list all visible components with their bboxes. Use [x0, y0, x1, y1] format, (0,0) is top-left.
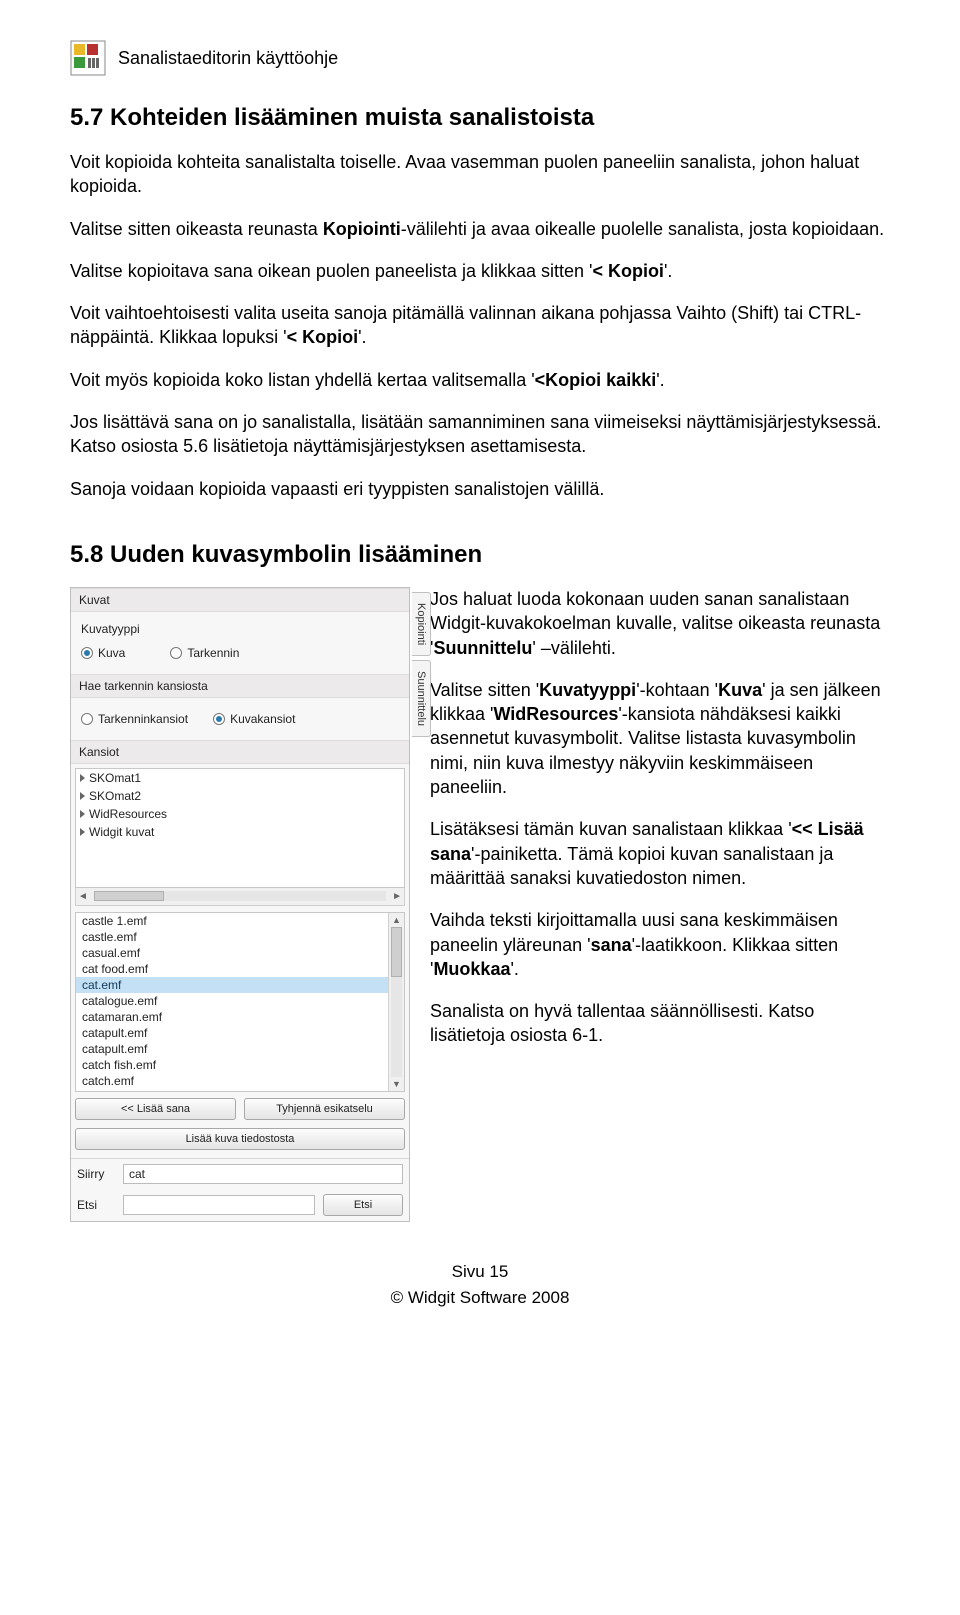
file-item[interactable]: catapult.emf — [76, 1041, 404, 1057]
file-list[interactable]: castle 1.emfcastle.emfcasual.emfcat food… — [75, 912, 405, 1092]
panel-button-row: << Lisää sana Tyhjennä esikatselu — [71, 1092, 409, 1126]
s58-p2: Valitse sitten 'Kuvatyyppi'-kohtaan 'Kuv… — [430, 678, 890, 799]
add-word-button[interactable]: << Lisää sana — [75, 1098, 236, 1120]
hae-section-title: Hae tarkennin kansiosta — [71, 674, 409, 698]
siirry-row: Siirry cat — [71, 1159, 409, 1189]
radio-tarkenninkansiot[interactable]: Tarkenninkansiot — [81, 712, 188, 726]
s57-p7: Sanoja voidaan kopioida vapaasti eri tyy… — [70, 477, 890, 501]
etsi-button[interactable]: Etsi — [323, 1194, 403, 1216]
section-57-heading: 5.7 Kohteiden lisääminen muista sanalist… — [70, 104, 890, 132]
expand-icon — [80, 810, 85, 818]
s57-p5: Voit myös kopioida koko listan yhdellä k… — [70, 368, 890, 392]
folder-item[interactable]: SKOmat1 — [76, 769, 404, 787]
page-number: Sivu 15 — [70, 1262, 890, 1282]
design-panel: Kopiointi Suunnittelu Kuvat Kuvatyyppi K… — [70, 587, 410, 1222]
etsi-input[interactable] — [123, 1195, 315, 1215]
s57-p1: Voit kopioida kohteita sanalistalta tois… — [70, 150, 890, 199]
folder-list[interactable]: SKOmat1SKOmat2WidResourcesWidgit kuvat — [75, 768, 405, 888]
scroll-thumb[interactable] — [94, 891, 164, 901]
expand-icon — [80, 792, 85, 800]
copyright: © Widgit Software 2008 — [70, 1288, 890, 1308]
etsi-label: Etsi — [77, 1198, 115, 1212]
hscrollbar[interactable]: ◄ ► — [75, 888, 405, 906]
file-item[interactable]: casual.emf — [76, 945, 404, 961]
page: Sanalistaeditorin käyttöohje 5.7 Kohteid… — [0, 0, 960, 1338]
kuvatyyppi-label: Kuvatyyppi — [79, 620, 401, 640]
expand-icon — [80, 828, 85, 836]
add-image-from-file-button[interactable]: Lisää kuva tiedostosta — [75, 1128, 405, 1150]
s57-p3: Valitse kopioitava sana oikean puolen pa… — [70, 259, 890, 283]
scroll-left-icon[interactable]: ◄ — [78, 891, 88, 902]
radio-kuvakansiot[interactable]: Kuvakansiot — [213, 712, 295, 726]
doc-header: Sanalistaeditorin käyttöohje — [70, 40, 890, 76]
kuvat-section-title: Kuvat — [71, 588, 409, 612]
expand-icon — [80, 774, 85, 782]
vertical-tabs: Kopiointi Suunnittelu — [412, 592, 431, 737]
file-item[interactable]: catapult.emf — [76, 1025, 404, 1041]
tab-suunnittelu[interactable]: Suunnittelu — [412, 660, 431, 737]
folder-item[interactable]: WidResources — [76, 805, 404, 823]
tab-kopiointi[interactable]: Kopiointi — [412, 592, 431, 656]
section-58-heading: 5.8 Uuden kuvasymbolin lisääminen — [70, 541, 890, 569]
footer: Sivu 15 © Widgit Software 2008 — [70, 1262, 890, 1308]
siirry-input[interactable]: cat — [123, 1164, 403, 1184]
file-item[interactable]: catch.emf — [76, 1073, 404, 1089]
s58-p1: Jos haluat luoda kokonaan uuden sanan sa… — [430, 587, 890, 660]
section-58-text: Jos haluat luoda kokonaan uuden sanan sa… — [430, 587, 890, 1066]
radio-dot-icon — [81, 647, 93, 659]
radio-tarkennin[interactable]: Tarkennin — [170, 646, 239, 660]
etsi-row: Etsi Etsi — [71, 1189, 409, 1221]
siirry-label: Siirry — [77, 1167, 115, 1181]
file-item[interactable]: castle 1.emf — [76, 913, 404, 929]
kuvatyyppi-radios: Kuva Tarkennin — [79, 640, 401, 666]
vscrollbar[interactable]: ▲ ▼ — [388, 913, 404, 1091]
scroll-thumb[interactable] — [391, 927, 402, 977]
s58-p5: Sanalista on hyvä tallentaa säännöllises… — [430, 999, 890, 1048]
folder-item[interactable]: Widgit kuvat — [76, 823, 404, 841]
hae-radios: Tarkenninkansiot Kuvakansiot — [79, 706, 401, 732]
s57-p6: Jos lisättävä sana on jo sanalistalla, l… — [70, 410, 890, 459]
doc-header-title: Sanalistaeditorin käyttöohje — [118, 48, 338, 69]
s57-p4: Voit vaihtoehtoisesti valita useita sano… — [70, 301, 890, 350]
s58-p4: Vaihda teksti kirjoittamalla uusi sana k… — [430, 908, 890, 981]
file-item[interactable]: castle.emf — [76, 929, 404, 945]
radio-dot-icon — [213, 713, 225, 725]
kansiot-section-title: Kansiot — [71, 740, 409, 764]
section-58-body: Kopiointi Suunnittelu Kuvat Kuvatyyppi K… — [70, 587, 890, 1222]
s58-p3: Lisätäksesi tämän kuvan sanalistaan klik… — [430, 817, 890, 890]
file-item[interactable]: catalogue.emf — [76, 993, 404, 1009]
radio-kuva[interactable]: Kuva — [81, 646, 125, 660]
file-item[interactable]: cat.emf — [76, 977, 404, 993]
file-item[interactable]: cat food.emf — [76, 961, 404, 977]
clear-preview-button[interactable]: Tyhjennä esikatselu — [244, 1098, 405, 1120]
scroll-right-icon[interactable]: ► — [392, 891, 402, 902]
radio-dot-icon — [81, 713, 93, 725]
folder-item[interactable]: SKOmat2 — [76, 787, 404, 805]
scroll-down-icon[interactable]: ▼ — [389, 1077, 404, 1091]
file-item[interactable]: catamaran.emf — [76, 1009, 404, 1025]
s57-p2: Valitse sitten oikeasta reunasta Kopioin… — [70, 217, 890, 241]
radio-dot-icon — [170, 647, 182, 659]
file-item[interactable]: catch fish.emf — [76, 1057, 404, 1073]
scroll-up-icon[interactable]: ▲ — [389, 913, 404, 927]
app-icon — [70, 40, 106, 76]
